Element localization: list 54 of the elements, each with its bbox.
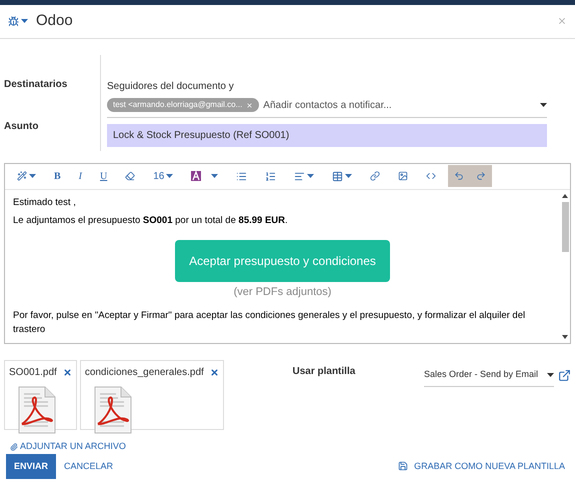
remove-icon[interactable] bbox=[210, 368, 219, 377]
caret-icon bbox=[345, 174, 352, 178]
redo-icon bbox=[476, 171, 486, 181]
link-icon bbox=[370, 171, 380, 181]
attach-file-link[interactable]: ADJUNTAR UN ARCHIVO bbox=[10, 440, 126, 454]
greeting-text: Estimado test , bbox=[13, 196, 77, 210]
subject-field[interactable]: Lock & Stock Presupuesto (Ref SO001) bbox=[107, 124, 547, 146]
redo-button[interactable] bbox=[470, 165, 492, 187]
save-template-button[interactable]: GRABAR COMO NUEVA PLANTILLA bbox=[398, 460, 569, 473]
bug-icon bbox=[8, 16, 19, 27]
body-text: Le adjuntamos el presupuesto SO001 por un total de 85.99 EUR. bbox=[13, 214, 289, 228]
caret-icon bbox=[29, 174, 36, 178]
template-select[interactable]: Sales Order - Send by Email bbox=[424, 364, 554, 386]
undo-icon bbox=[454, 171, 464, 181]
caret-icon bbox=[21, 19, 28, 24]
scroll-down-icon[interactable] bbox=[562, 335, 568, 339]
eraser-icon bbox=[125, 171, 136, 181]
recipient-tag: test <armando.elorriaga@gmail.co... bbox=[107, 98, 260, 112]
caret-icon bbox=[307, 174, 314, 178]
save-icon bbox=[398, 461, 408, 472]
recipients-field[interactable]: test <armando.elorriaga@gmail.co... Añadir contactos a notificar... bbox=[107, 98, 547, 118]
list-icon bbox=[236, 170, 248, 182]
table-icon bbox=[332, 170, 344, 182]
bold-button[interactable]: B bbox=[48, 165, 67, 187]
cta-note: (ver PDFs adjuntos) bbox=[234, 285, 332, 300]
align-icon bbox=[294, 170, 306, 182]
body-paragraph: Por favor, pulse en "Aceptar y Firmar" para aceptar las condiciones generales y el presupuesto, y formalizar el alquiler del trastero bbox=[13, 308, 526, 337]
field-label: Usar plantilla bbox=[292, 365, 356, 379]
field-label: Asunto bbox=[4, 120, 40, 134]
text-color-icon bbox=[191, 171, 202, 181]
send-button[interactable]: ENVIAR bbox=[6, 454, 56, 479]
external-link-icon[interactable] bbox=[558, 368, 571, 382]
image-icon bbox=[398, 171, 408, 181]
recipients-note: Seguidores del documento y bbox=[107, 80, 235, 94]
scroll-up-icon[interactable] bbox=[562, 194, 568, 198]
caret-icon bbox=[546, 372, 554, 377]
font-size-button[interactable]: 16 bbox=[147, 165, 180, 187]
underline-button[interactable]: U bbox=[94, 165, 114, 187]
cancel-button[interactable]: CANCELAR bbox=[64, 460, 114, 473]
code-icon bbox=[426, 171, 436, 181]
scrollbar-thumb[interactable] bbox=[562, 202, 568, 252]
remove-icon[interactable] bbox=[62, 368, 72, 377]
italic-button[interactable]: I bbox=[72, 165, 88, 187]
attachment-name: condiciones_generales.pdf bbox=[84, 366, 204, 380]
caret-icon bbox=[540, 103, 547, 107]
window-title: Odoo bbox=[36, 10, 73, 31]
field-label: Destinatarios bbox=[4, 78, 68, 92]
debug-menu[interactable] bbox=[8, 16, 28, 27]
attachment-name: SO001.pdf bbox=[9, 366, 57, 380]
paperclip-icon bbox=[10, 442, 18, 451]
wand-icon bbox=[17, 171, 27, 181]
caret-icon bbox=[166, 174, 174, 178]
numbered-list-icon bbox=[265, 170, 276, 182]
caret-icon bbox=[211, 174, 218, 178]
